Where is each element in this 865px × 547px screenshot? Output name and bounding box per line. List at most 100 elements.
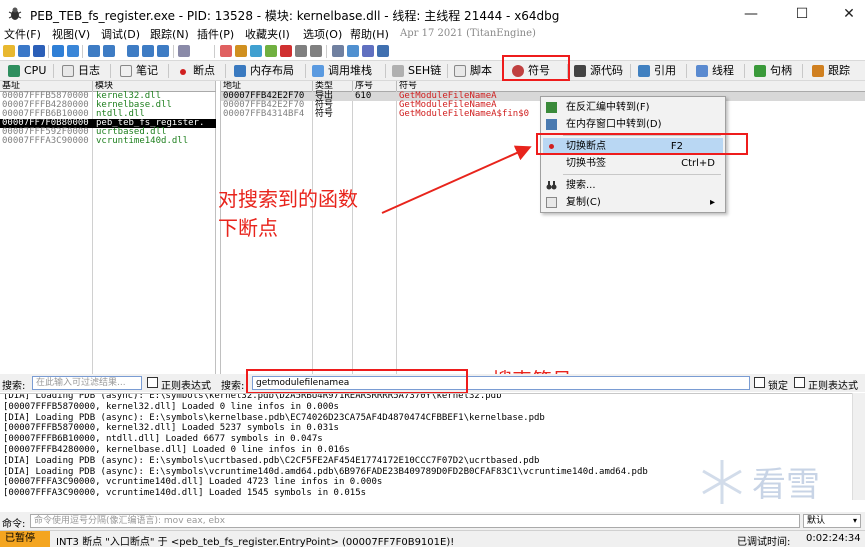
column-header-address[interactable]: 地址 bbox=[221, 81, 313, 91]
run-icon[interactable] bbox=[52, 45, 64, 57]
tab-memory-map[interactable]: 内存布局 bbox=[230, 61, 294, 81]
modules-pane: 基址 模块 00007FFFB5870000 kernel32.dll 00007F… bbox=[0, 81, 216, 374]
toggle-breakpoint-highlight-box bbox=[536, 133, 748, 155]
lock-checkbox[interactable] bbox=[754, 377, 765, 388]
menu-view[interactable]: 视图(V) bbox=[52, 27, 90, 44]
binoculars-icon bbox=[546, 180, 557, 191]
status-bar: 已暂停 INT3 断点 "入口断点" 于 <peb_teb_fs_registe… bbox=[0, 530, 865, 547]
tab-references[interactable]: 引用 bbox=[634, 61, 676, 81]
module-row[interactable]: 00007FFFA3C90000 vcruntime140d.dll bbox=[0, 137, 216, 146]
scylla-icon[interactable] bbox=[250, 45, 262, 57]
call-stack-icon bbox=[312, 65, 324, 77]
step-over-icon[interactable] bbox=[103, 45, 115, 57]
column-header-base[interactable]: 基址 bbox=[0, 81, 93, 91]
tab-trace[interactable]: 跟踪 bbox=[808, 61, 850, 81]
script-icon[interactable] bbox=[265, 45, 277, 57]
tab-threads[interactable]: 线程 bbox=[692, 61, 734, 81]
symbol-ordinal: 610 bbox=[355, 91, 372, 101]
log-line: [DIA] Loading PDB (async): E:\symbols\uc… bbox=[3, 455, 540, 466]
eraser-icon[interactable] bbox=[220, 45, 232, 57]
command-bar: 命令: 命令使用逗号分隔(像汇编语言): mov eax, ebx 默认 ▾ bbox=[0, 512, 865, 530]
log-line: [00007FFFA3C90000, vcruntime140d.dll] Lo… bbox=[3, 488, 367, 499]
menu-help[interactable]: 帮助(H) bbox=[350, 27, 389, 44]
tab-breakpoints[interactable]: 断点 bbox=[173, 61, 215, 81]
menu-file[interactable]: 文件(F) bbox=[4, 27, 41, 44]
column-header-ordinal[interactable]: 序号 bbox=[353, 81, 397, 91]
tab-script[interactable]: 脚本 bbox=[450, 61, 492, 81]
command-input[interactable]: 命令使用逗号分隔(像汇编语言): mov eax, ebx bbox=[30, 514, 800, 528]
tab-source[interactable]: 源代码 bbox=[570, 61, 623, 81]
lock-label: 锁定 bbox=[768, 381, 788, 392]
annotation-arrow-icon bbox=[381, 145, 532, 214]
module-filter-input[interactable]: 在此输入可过滤结果... bbox=[32, 376, 142, 390]
highlight-icon[interactable] bbox=[280, 45, 292, 57]
tab-seh-chain[interactable]: SEH链 bbox=[388, 61, 441, 81]
close-debug-icon[interactable] bbox=[33, 45, 45, 57]
x64dbg-bug-icon bbox=[8, 7, 22, 20]
font-icon[interactable] bbox=[332, 45, 344, 57]
calculator-icon[interactable] bbox=[362, 45, 374, 57]
tab-log[interactable]: 日志 bbox=[58, 61, 100, 81]
menu-trace[interactable]: 跟踪(N) bbox=[150, 27, 189, 44]
menu-goto-dump[interactable]: 在内存窗口中转到(D) bbox=[543, 116, 723, 133]
log-line: [00007FFFA3C90000, vcruntime140d.dll] Lo… bbox=[3, 477, 383, 488]
regex-label-left: 正则表达式 bbox=[161, 381, 211, 392]
minimize-button[interactable]: — bbox=[728, 0, 774, 28]
menu-goto-disassembly[interactable]: 在反汇编中转到(F) bbox=[543, 99, 723, 116]
tab-notes[interactable]: 笔记 bbox=[116, 61, 158, 81]
open-icon[interactable] bbox=[3, 45, 15, 57]
execute-till-return-icon[interactable] bbox=[157, 45, 169, 57]
log-line: [DIA] Loading PDB (async): E:\symbols\vc… bbox=[3, 466, 648, 477]
regex-checkbox-right[interactable] bbox=[794, 377, 805, 388]
step-icon[interactable] bbox=[178, 45, 190, 57]
memory-icon[interactable] bbox=[377, 45, 389, 57]
watermark-text: 看雪 bbox=[752, 465, 820, 505]
maximize-button[interactable]: ☐ bbox=[779, 0, 825, 28]
step-into-icon[interactable] bbox=[88, 45, 100, 57]
log-icon bbox=[62, 65, 74, 77]
function-icon[interactable] bbox=[295, 45, 307, 57]
toolbar bbox=[0, 44, 865, 59]
trace-over-icon[interactable] bbox=[142, 45, 154, 57]
notes-icon bbox=[120, 65, 132, 77]
tab-call-stack[interactable]: 调用堆栈 bbox=[308, 61, 372, 81]
column-header-type[interactable]: 类型 bbox=[313, 81, 353, 91]
menu-plugins[interactable]: 插件(P) bbox=[197, 27, 234, 44]
menu-favourites[interactable]: 收藏夹(I) bbox=[245, 27, 290, 44]
menu-copy[interactable]: 复制(C) ▸ bbox=[543, 194, 723, 211]
column-header-symbol[interactable]: 符号 bbox=[397, 81, 865, 91]
log-line: [00007FFFB6B10000, ntdll.dll] Loaded 667… bbox=[3, 434, 323, 445]
search-input-highlight-box bbox=[246, 369, 468, 394]
source-icon bbox=[574, 65, 586, 77]
menu-toggle-bookmark[interactable]: 切换书签 Ctrl+D bbox=[543, 155, 723, 172]
patch-icon[interactable] bbox=[235, 45, 247, 57]
menu-options[interactable]: 选项(O) bbox=[303, 27, 342, 44]
annotation-breakpoint-line1: 对搜索到的函数 bbox=[218, 187, 358, 211]
strings-icon[interactable] bbox=[347, 45, 359, 57]
column-header-module[interactable]: 模块 bbox=[93, 81, 216, 91]
close-button[interactable]: ✕ bbox=[826, 0, 865, 28]
tab-cpu[interactable]: CPU bbox=[4, 61, 46, 81]
dump-icon bbox=[546, 119, 557, 130]
symbol-type: 符号 bbox=[315, 109, 334, 119]
references-icon bbox=[638, 65, 650, 77]
script-tab-icon bbox=[454, 65, 466, 77]
trace-into-icon[interactable] bbox=[127, 45, 139, 57]
menu-debug[interactable]: 调试(D) bbox=[101, 27, 140, 44]
command-type-dropdown[interactable]: 默认 ▾ bbox=[803, 514, 861, 528]
pause-icon[interactable] bbox=[67, 45, 79, 57]
module-name: vcruntime140d.dll bbox=[96, 136, 189, 146]
hash-icon[interactable] bbox=[310, 45, 322, 57]
tab-handles[interactable]: 句柄 bbox=[750, 61, 792, 81]
seh-icon bbox=[392, 65, 404, 77]
symbols-tab-highlight-box bbox=[502, 55, 570, 81]
regex-label-right: 正则表达式 bbox=[808, 381, 858, 392]
restart-icon[interactable] bbox=[18, 45, 30, 57]
menu-search[interactable]: 搜索... bbox=[543, 177, 723, 194]
annotation-breakpoint-line2: 下断点 bbox=[218, 216, 278, 240]
regex-checkbox-left[interactable] bbox=[147, 377, 158, 388]
title-bar: PEB_TEB_fs_register.exe - PID: 13528 - 模… bbox=[0, 0, 865, 28]
log-line: [00007FFFB5870000, kernel32.dll] Loaded … bbox=[3, 401, 339, 412]
symbol-symbol: GetModuleFileNameA$fin$0 bbox=[399, 109, 530, 119]
log-line: [DIA] Loading PDB (async): E:\symbols\ke… bbox=[3, 412, 545, 423]
